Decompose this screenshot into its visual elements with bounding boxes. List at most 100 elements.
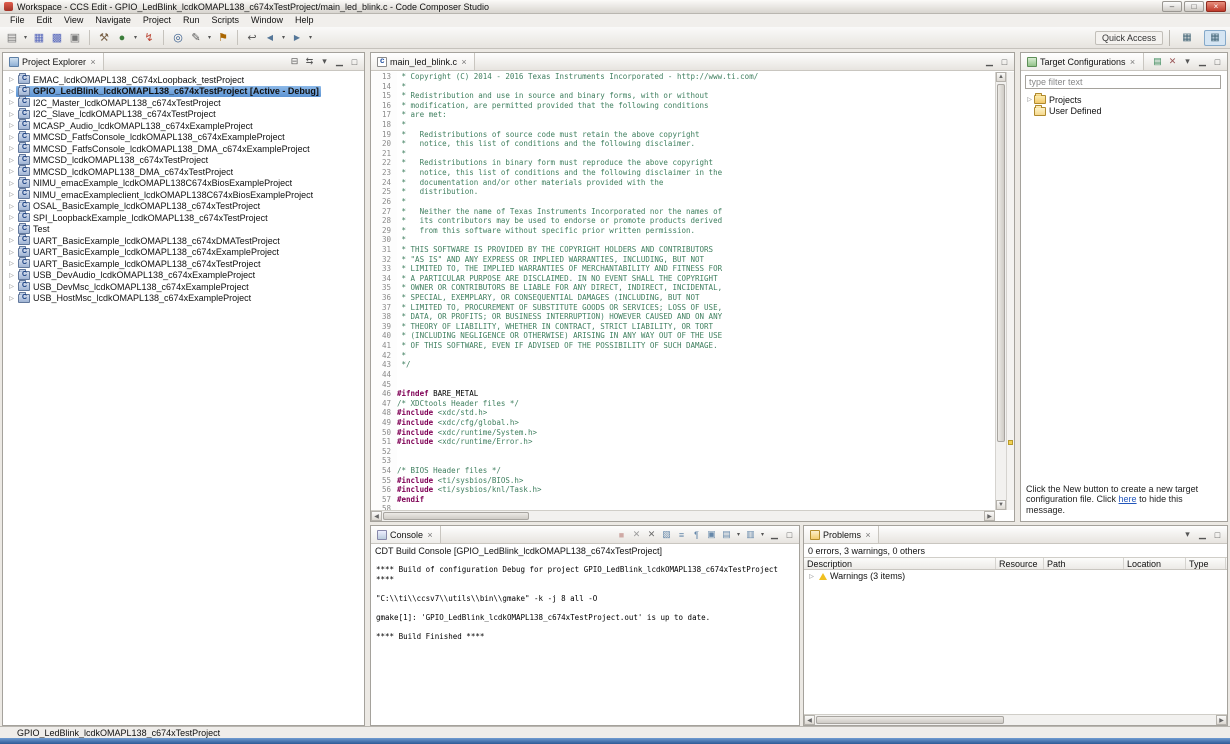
menu-item-help[interactable]: Help bbox=[289, 14, 320, 27]
dropdown-arrow-icon[interactable] bbox=[22, 34, 29, 41]
problems-h-scroll-thumb[interactable] bbox=[816, 716, 1004, 724]
project-item[interactable]: MMCSD_FatfsConsole_lcdkOMAPL138_DMA_c674… bbox=[3, 142, 364, 155]
scroll-down-icon[interactable]: ▼ bbox=[996, 500, 1006, 510]
menu-item-edit[interactable]: Edit bbox=[31, 14, 59, 27]
expander-icon[interactable] bbox=[7, 203, 16, 210]
tab-console[interactable]: Console bbox=[371, 526, 442, 543]
ccs-edit-perspective-icon[interactable] bbox=[1204, 29, 1226, 46]
new-file-icon[interactable] bbox=[4, 30, 20, 46]
minimize-icon[interactable] bbox=[1196, 55, 1209, 68]
close-icon[interactable] bbox=[460, 57, 468, 67]
build-icon[interactable] bbox=[96, 30, 112, 46]
maximize-icon[interactable] bbox=[998, 55, 1011, 68]
new-target-icon[interactable] bbox=[1151, 55, 1164, 68]
column-header-location[interactable]: Location bbox=[1124, 558, 1186, 569]
bookmark-icon[interactable] bbox=[215, 30, 231, 46]
expander-icon[interactable] bbox=[7, 99, 16, 106]
display-console-icon[interactable] bbox=[720, 528, 733, 541]
expander-icon[interactable] bbox=[7, 214, 16, 221]
scroll-right-icon[interactable]: ▶ bbox=[1216, 715, 1227, 725]
project-item[interactable]: UART_BasicExample_lcdkOMAPL138_c674xTest… bbox=[3, 257, 364, 270]
expander-icon[interactable] bbox=[807, 573, 816, 580]
scroll-right-icon[interactable]: ▶ bbox=[984, 511, 995, 521]
expander-icon[interactable] bbox=[7, 191, 16, 198]
minimize-icon[interactable] bbox=[768, 528, 781, 541]
minimize-icon[interactable] bbox=[1196, 528, 1209, 541]
column-header-path[interactable]: Path bbox=[1044, 558, 1124, 569]
expander-icon[interactable] bbox=[7, 226, 16, 233]
dropdown-arrow-icon[interactable] bbox=[735, 531, 742, 538]
print-icon[interactable] bbox=[67, 30, 83, 46]
project-item[interactable]: MMCSD_FatfsConsole_lcdkOMAPL138_c674xExa… bbox=[3, 130, 364, 144]
column-header-description[interactable]: Description bbox=[804, 558, 996, 569]
minimize-icon[interactable] bbox=[333, 55, 346, 68]
dropdown-arrow-icon[interactable] bbox=[307, 34, 314, 41]
project-item[interactable]: GPIO_LedBlink_lcdkOMAPL138_c674xTestProj… bbox=[3, 84, 364, 97]
warning-marker[interactable] bbox=[1008, 440, 1013, 445]
close-icon[interactable] bbox=[1129, 57, 1137, 67]
expander-icon[interactable] bbox=[7, 180, 16, 187]
tab-target-configurations[interactable]: Target Configurations bbox=[1021, 53, 1144, 70]
terminate-icon[interactable] bbox=[615, 528, 628, 541]
close-icon[interactable] bbox=[864, 530, 872, 540]
project-item[interactable]: MMCSD_lcdkOMAPL138_c674xTestProject bbox=[3, 153, 364, 167]
debug-icon[interactable] bbox=[114, 30, 130, 46]
expander-icon[interactable] bbox=[7, 237, 16, 244]
project-item[interactable]: UART_BasicExample_lcdkOMAPL138_c674xDMAT… bbox=[3, 234, 364, 247]
maximize-icon[interactable] bbox=[783, 528, 796, 541]
problems-h-scrollbar[interactable]: ◀ ▶ bbox=[804, 714, 1227, 725]
code-area[interactable]: 13 * Copyright (C) 2014 - 2016 Texas Ins… bbox=[371, 72, 995, 510]
flash-icon[interactable] bbox=[141, 30, 157, 46]
problems-row[interactable]: Warnings (3 items) bbox=[804, 570, 1227, 582]
menu-item-window[interactable]: Window bbox=[245, 14, 289, 27]
link-editor-icon[interactable] bbox=[303, 55, 316, 68]
expander-icon[interactable] bbox=[7, 168, 16, 175]
maximize-window-button[interactable]: □ bbox=[1184, 1, 1204, 12]
dropdown-arrow-icon[interactable] bbox=[132, 34, 139, 41]
tab-main-led-blink-c[interactable]: main_led_blink.c bbox=[371, 53, 476, 70]
tab-problems[interactable]: Problems bbox=[804, 526, 880, 543]
menu-item-run[interactable]: Run bbox=[177, 14, 206, 27]
editor-v-scrollbar[interactable]: ▲ ▼ bbox=[995, 72, 1006, 510]
expander-icon[interactable] bbox=[7, 249, 16, 256]
scroll-left-icon[interactable]: ◀ bbox=[371, 511, 382, 521]
expander-icon[interactable] bbox=[1025, 96, 1034, 103]
quick-access-button[interactable]: Quick Access bbox=[1094, 30, 1163, 45]
last-edit-location-icon[interactable] bbox=[244, 30, 260, 46]
save-icon[interactable] bbox=[31, 30, 47, 46]
project-item[interactable]: Test bbox=[3, 222, 364, 236]
scroll-up-icon[interactable]: ▲ bbox=[996, 72, 1006, 82]
delete-target-icon[interactable] bbox=[1166, 55, 1179, 68]
hide-message-link[interactable]: here bbox=[1119, 494, 1137, 504]
project-item[interactable]: I2C_Slave_lcdkOMAPL138_c674xTestProject bbox=[3, 107, 364, 121]
project-item[interactable]: USB_HostMsc_lcdkOMAPL138_c674xExamplePro… bbox=[3, 291, 364, 305]
expander-icon[interactable] bbox=[7, 272, 16, 279]
project-item[interactable]: I2C_Master_lcdkOMAPL138_c674xTestProject bbox=[3, 96, 364, 109]
maximize-icon[interactable] bbox=[348, 55, 361, 68]
project-item[interactable]: EMAC_lcdkOMAPL138_C674xLoopback_testProj… bbox=[3, 73, 364, 86]
project-item[interactable]: NIMU_emacExampleclient_lcdkOMAPL138C674x… bbox=[3, 188, 364, 201]
maximize-icon[interactable] bbox=[1211, 55, 1224, 68]
expander-icon[interactable] bbox=[7, 283, 16, 290]
minimize-window-button[interactable]: – bbox=[1162, 1, 1182, 12]
editor-v-scroll-thumb[interactable] bbox=[997, 84, 1005, 442]
view-menu-icon[interactable] bbox=[1181, 55, 1194, 68]
expander-icon[interactable] bbox=[7, 260, 16, 267]
project-item[interactable]: MMCSD_lcdkOMAPL138_DMA_c674xTestProject bbox=[3, 165, 364, 178]
project-item[interactable]: USB_DevAudio_lcdkOMAPL138_c674xExamplePr… bbox=[3, 268, 364, 282]
dropdown-arrow-icon[interactable] bbox=[206, 34, 213, 41]
menu-item-view[interactable]: View bbox=[58, 14, 89, 27]
project-item[interactable]: SPI_LoopbackExample_lcdkOMAPL138_c674xTe… bbox=[3, 211, 364, 224]
ccs-debug-perspective-icon[interactable] bbox=[1176, 30, 1198, 46]
maximize-icon[interactable] bbox=[1211, 528, 1224, 541]
dropdown-arrow-icon[interactable] bbox=[280, 34, 287, 41]
column-header-type[interactable]: Type bbox=[1186, 558, 1226, 569]
view-menu-icon[interactable] bbox=[1181, 528, 1194, 541]
project-item[interactable]: UART_BasicExample_lcdkOMAPL138_c674xExam… bbox=[3, 245, 364, 259]
expander-icon[interactable] bbox=[7, 122, 16, 129]
scroll-lock-icon[interactable] bbox=[675, 528, 688, 541]
view-menu-icon[interactable] bbox=[318, 55, 331, 68]
remove-all-launches-icon[interactable] bbox=[645, 528, 658, 541]
project-item[interactable]: OSAL_BasicExample_lcdkOMAPL138_c674xTest… bbox=[3, 199, 364, 213]
scroll-left-icon[interactable]: ◀ bbox=[804, 715, 815, 725]
